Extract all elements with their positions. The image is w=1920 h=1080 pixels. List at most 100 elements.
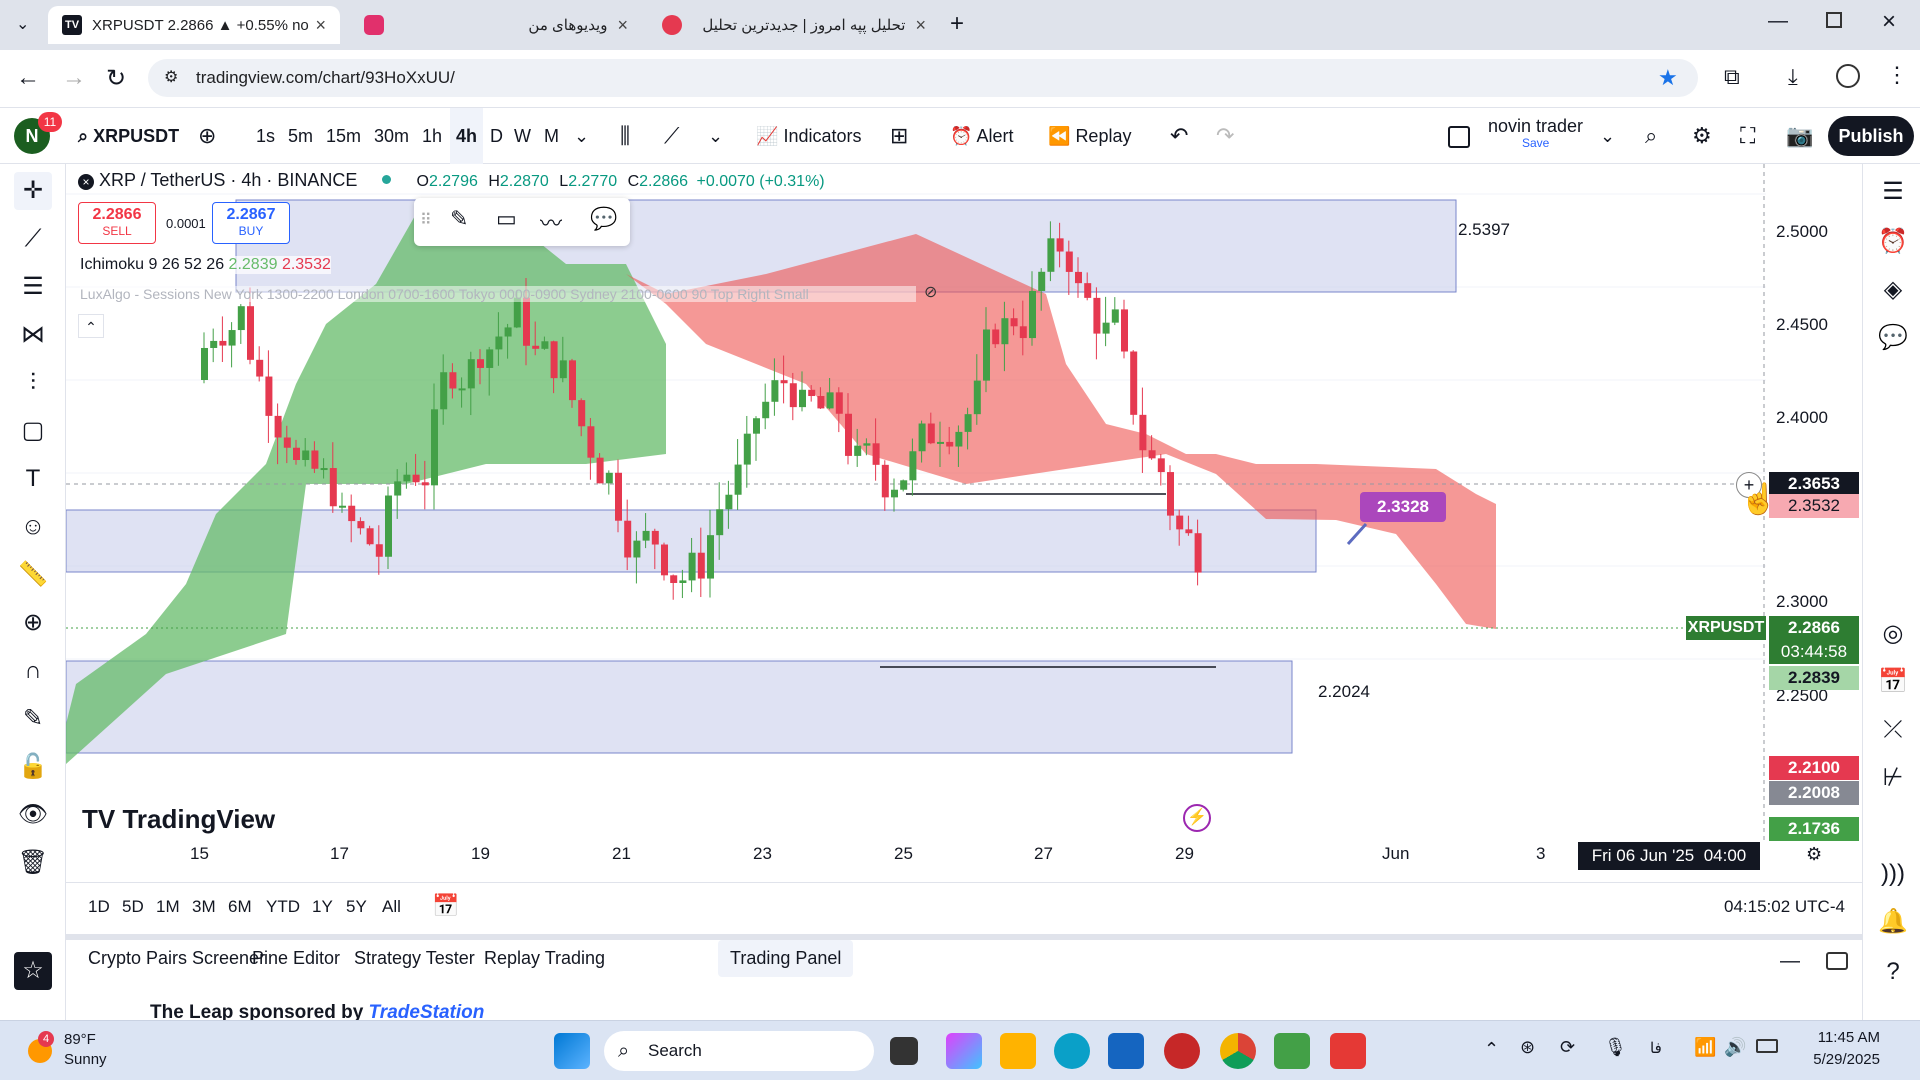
url-bar[interactable]: ⚙ tradingview.com/chart/93HoXxUU/ ★	[148, 59, 1698, 97]
sell-button[interactable]: 2.2866 SELL	[78, 202, 156, 244]
tray-mic-icon[interactable]: 🎙	[1604, 1037, 1627, 1058]
flash-icon[interactable]: ⚡	[1183, 804, 1211, 832]
layout-name[interactable]: novin trader	[1488, 116, 1583, 137]
publish-button[interactable]: Publish	[1828, 116, 1914, 156]
hidden-eye-icon[interactable]: ⊘	[924, 282, 937, 302]
close-icon[interactable]: ×	[78, 174, 94, 190]
alerts-clock-icon[interactable]: ⏰	[1875, 224, 1911, 260]
bookmark-star-icon[interactable]: ★	[1658, 59, 1678, 97]
app-p-icon[interactable]	[1164, 1033, 1200, 1069]
tab-analysis[interactable]: تحلیل پپه امروز | جدیدترین تحلیل ×	[648, 6, 940, 44]
range-1y[interactable]: 1Y	[312, 897, 333, 917]
quick-search-icon[interactable]: ⌕	[1645, 108, 1657, 164]
forecast-icon[interactable]: ⫶	[14, 364, 52, 402]
alert-button[interactable]: ⏰ Alert	[950, 108, 1013, 164]
chart-canvas[interactable]	[66, 164, 1862, 876]
store-icon[interactable]	[1108, 1033, 1144, 1069]
tab-xrpusdt[interactable]: TV XRPUSDT 2.2866 ▲ +0.55% no ×	[48, 6, 340, 44]
forward-icon[interactable]: →	[62, 64, 86, 92]
menu-icon[interactable]: ⋮	[1886, 62, 1908, 88]
interval-4h[interactable]: 4h	[450, 108, 484, 164]
axis-settings-icon[interactable]: ⚙	[1806, 844, 1822, 865]
sponsor-banner[interactable]: The Leap sponsored by TradeStation	[150, 1002, 484, 1022]
layout-save[interactable]: Save	[1522, 136, 1549, 150]
replay-button[interactable]: ⏪ Replay	[1048, 108, 1131, 164]
close-icon[interactable]: ×	[617, 15, 628, 36]
close-icon[interactable]: ×	[915, 15, 926, 36]
tab-my-videos[interactable]: ویدیوهای من ×	[350, 6, 642, 44]
ichimoku-legend[interactable]: Ichimoku 9 26 52 26 2.2839 2.3532	[80, 256, 331, 274]
layouts-icon[interactable]: ⊞	[890, 108, 908, 164]
notifications-bell-icon[interactable]: 🔔	[1875, 904, 1911, 940]
wifi-icon[interactable]: 📶	[1694, 1037, 1716, 1058]
layout-checkbox[interactable]	[1448, 126, 1470, 148]
new-tab-icon[interactable]: +	[950, 10, 964, 38]
range-ytd[interactable]: YTD	[266, 897, 300, 917]
lock-icon[interactable]: 🔓	[14, 748, 52, 786]
drag-handle-icon[interactable]: ⠿	[420, 210, 432, 230]
site-info-icon[interactable]: ⚙	[164, 59, 178, 97]
buy-button[interactable]: 2.2867 BUY	[212, 202, 290, 244]
window-close-icon[interactable]: ×	[1882, 8, 1896, 36]
magnet-icon[interactable]: ∩	[14, 652, 52, 690]
recorder-icon[interactable]	[1330, 1033, 1366, 1069]
restore-icon[interactable]	[1826, 12, 1842, 28]
price-tag-purple[interactable]: 2.3328	[1360, 492, 1446, 522]
back-icon[interactable]: ←	[16, 64, 40, 92]
download-icon[interactable]: ⤓	[1788, 64, 1798, 90]
trash-icon[interactable]: 🗑	[14, 844, 52, 882]
crosshair-icon[interactable]: ✛	[14, 172, 52, 210]
help-icon[interactable]: ?	[1875, 954, 1911, 990]
interval-15m[interactable]: 15m	[326, 108, 361, 164]
emoji-icon[interactable]: ☺	[14, 508, 52, 546]
collapse-legend-icon[interactable]: ⌃	[78, 314, 104, 338]
battery-icon[interactable]	[1756, 1039, 1778, 1053]
calendar-icon[interactable]: 📅	[1875, 664, 1911, 700]
chrome-icon[interactable]	[1220, 1033, 1256, 1069]
pine-icon[interactable]: ⊬	[1875, 760, 1911, 796]
rectangle-icon[interactable]: ▭	[496, 206, 517, 232]
extensions-icon[interactable]: ⧉	[1724, 64, 1740, 90]
line-chart-icon[interactable]: ⟋	[664, 108, 679, 164]
elliott-wave-icon[interactable]: 〰	[540, 206, 562, 238]
tab-replay-trading[interactable]: Replay Trading	[472, 940, 617, 977]
stream-icon[interactable]: )))	[1875, 856, 1911, 892]
redo-icon[interactable]: ↷	[1216, 108, 1234, 164]
interval-5m[interactable]: 5m	[288, 108, 313, 164]
chart-pane[interactable]: × XRP / TetherUS · 4h · BINANCE O2.2796 …	[66, 164, 1862, 876]
draw-mode-icon[interactable]: ✎	[14, 700, 52, 738]
zoom-icon[interactable]: ⊕	[14, 604, 52, 642]
minimize-icon[interactable]: —	[1768, 10, 1788, 33]
shapes-icon[interactable]: ▢	[14, 412, 52, 450]
utc-clock[interactable]: 04:15:02 UTC-4	[1724, 897, 1845, 917]
tray-network-icon[interactable]: ⊛	[1520, 1037, 1535, 1058]
range-all[interactable]: All	[382, 897, 401, 917]
file-explorer-icon[interactable]	[1000, 1033, 1036, 1069]
volume-icon[interactable]: 🔊	[1724, 1037, 1746, 1058]
interval-1s[interactable]: 1s	[256, 108, 275, 164]
task-view-icon[interactable]	[890, 1037, 918, 1065]
symbol-search[interactable]: ⌕ XRPUSDT	[78, 108, 179, 164]
close-icon[interactable]: ×	[315, 15, 326, 36]
trend-line-icon[interactable]: ⟋	[14, 220, 52, 258]
taskbar-search[interactable]: ⌕ Search	[604, 1031, 874, 1071]
chart-type-chevron-icon[interactable]: ⌄	[708, 108, 723, 164]
copilot-icon[interactable]	[946, 1033, 982, 1069]
callout-icon[interactable]: 💬	[590, 206, 617, 232]
interval-30m[interactable]: 30m	[374, 108, 409, 164]
goto-date-icon[interactable]: 📅	[432, 893, 459, 919]
panel-minimize-icon[interactable]: —	[1780, 950, 1800, 973]
fullscreen-icon[interactable]: ⛶	[1740, 108, 1755, 164]
luxalgo-legend[interactable]: LuxAlgo - Sessions New York 1300-2200 Lo…	[80, 286, 916, 302]
target-icon[interactable]: ◎	[1875, 616, 1911, 652]
range-6m[interactable]: 6M	[228, 897, 252, 917]
undo-icon[interactable]: ↶	[1170, 108, 1188, 164]
interval-D[interactable]: D	[490, 108, 503, 164]
input-language[interactable]: فا	[1650, 1039, 1662, 1057]
watchlist-star-icon[interactable]: ☆	[14, 952, 52, 990]
pattern-icon[interactable]: ⋈	[14, 316, 52, 354]
interval-M[interactable]: M	[544, 108, 559, 164]
text-icon[interactable]: T	[14, 460, 52, 498]
clock-time[interactable]: 11:45 AM	[1800, 1029, 1880, 1046]
camera-icon[interactable]: 📷	[1786, 108, 1813, 164]
